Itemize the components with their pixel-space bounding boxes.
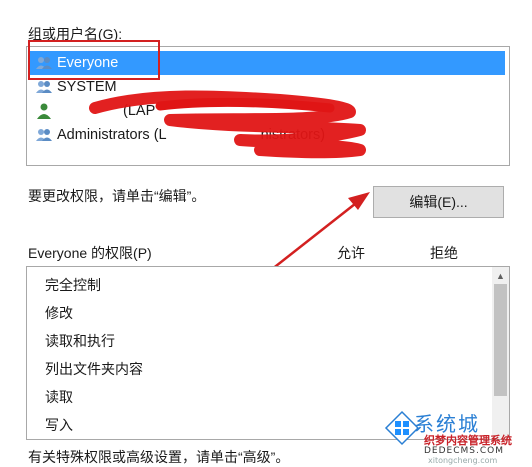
scroll-up-arrow-icon[interactable]: ▲: [492, 267, 509, 284]
user-name-suffix: nistrators): [260, 127, 326, 143]
permissions-label: Everyone 的权限(P): [28, 245, 152, 261]
permissions-scrollbar[interactable]: ▲: [492, 267, 509, 439]
watermark-line3: xitongcheng.com: [428, 456, 498, 465]
user-name: SYSTEM: [57, 79, 117, 95]
deny-column-header: 拒绝: [430, 245, 458, 261]
scroll-thumb[interactable]: [494, 284, 507, 396]
permission-item: 列出文件夹内容: [45, 361, 143, 377]
edit-hint-text: 要更改权限，请单击“编辑”。: [28, 188, 206, 204]
user-group-icon: [35, 126, 53, 144]
user-row-administrators[interactable]: Administrators (L nistrators): [29, 123, 505, 147]
permissions-list[interactable]: 完全控制 修改 读取和执行 列出文件夹内容 读取 写入 ▲: [26, 266, 510, 440]
user-group-icon: [35, 78, 53, 96]
user-group-icon: [35, 54, 53, 72]
group-users-label: 组或用户名(G):: [28, 26, 123, 42]
allow-column-header: 允许: [337, 245, 365, 261]
user-row-system[interactable]: SYSTEM: [29, 75, 505, 99]
permission-item: 写入: [45, 417, 73, 433]
permission-item: 读取: [45, 389, 73, 405]
permission-item: 读取和执行: [45, 333, 115, 349]
user-name: Administrators (L: [57, 127, 167, 143]
watermark-line2: DEDECMS.COM: [424, 446, 504, 456]
user-name: (LAP: [123, 103, 156, 119]
user-icon: [35, 102, 53, 120]
edit-button[interactable]: 编辑(E)...: [373, 186, 504, 218]
permission-item: 修改: [45, 305, 73, 321]
advanced-hint-text: 有关特殊权限或高级设置，请单击“高级”。: [28, 449, 290, 465]
user-row-everyone[interactable]: Everyone: [29, 51, 505, 75]
permission-item: 完全控制: [45, 277, 101, 293]
user-list[interactable]: Everyone SYSTEM (LAP Administrators (L n…: [26, 46, 510, 166]
user-row-redacted[interactable]: (LAP: [29, 99, 505, 123]
user-name: Everyone: [57, 55, 119, 71]
